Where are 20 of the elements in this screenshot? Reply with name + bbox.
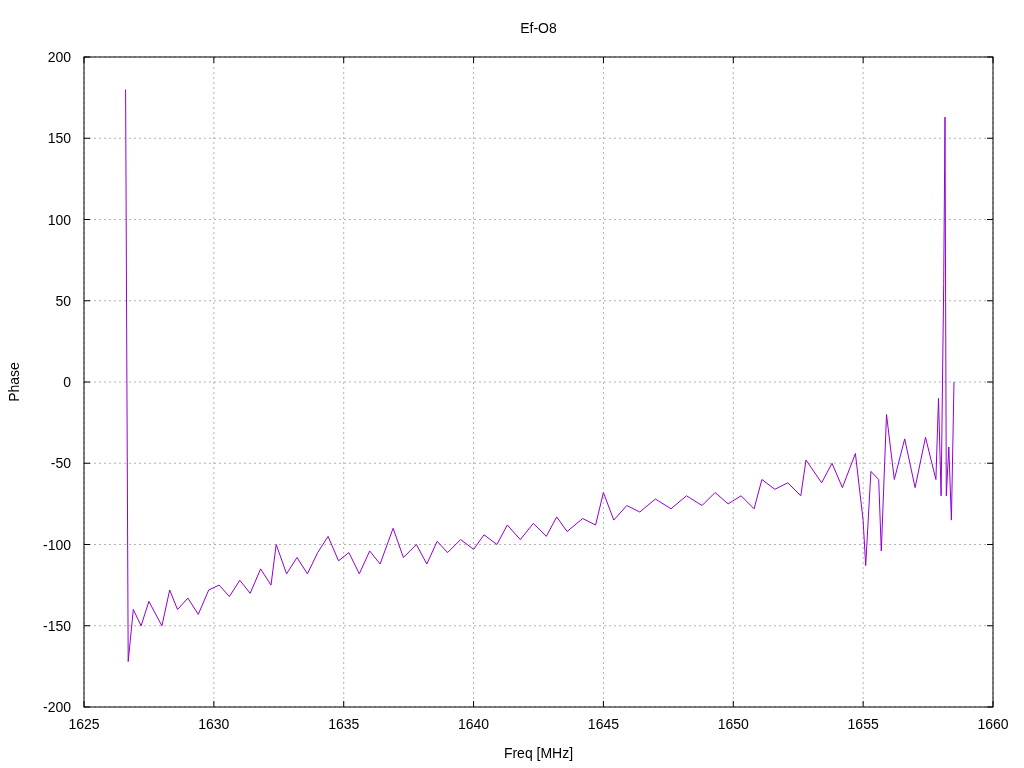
y-tick-label: 150 xyxy=(47,130,71,147)
y-tick-label: 0 xyxy=(63,374,71,390)
y-tick-label: -50 xyxy=(50,455,71,472)
y-tick-label: -200 xyxy=(42,699,71,715)
chart-title: Ef-O8 xyxy=(520,20,557,36)
x-tick-label: 1645 xyxy=(587,716,619,732)
y-tick-label: 50 xyxy=(55,292,71,309)
x-tick-label: 1630 xyxy=(198,716,230,732)
y-tick-label: -100 xyxy=(42,536,71,553)
y-tick-label: 100 xyxy=(47,211,71,228)
x-tick-label: 1640 xyxy=(458,716,490,732)
x-tick-label: 1655 xyxy=(847,716,879,732)
y-axis-label: Phase xyxy=(6,362,22,402)
x-tick-label: 1625 xyxy=(68,716,100,732)
y-tick-label: 200 xyxy=(47,49,71,65)
y-tick-label: -150 xyxy=(42,617,71,634)
x-axis-label: Freq [MHz] xyxy=(503,745,574,761)
x-tick-label: 1635 xyxy=(328,716,360,732)
x-tick-label: 1660 xyxy=(977,716,1009,732)
x-tick-label: 1650 xyxy=(717,716,749,732)
